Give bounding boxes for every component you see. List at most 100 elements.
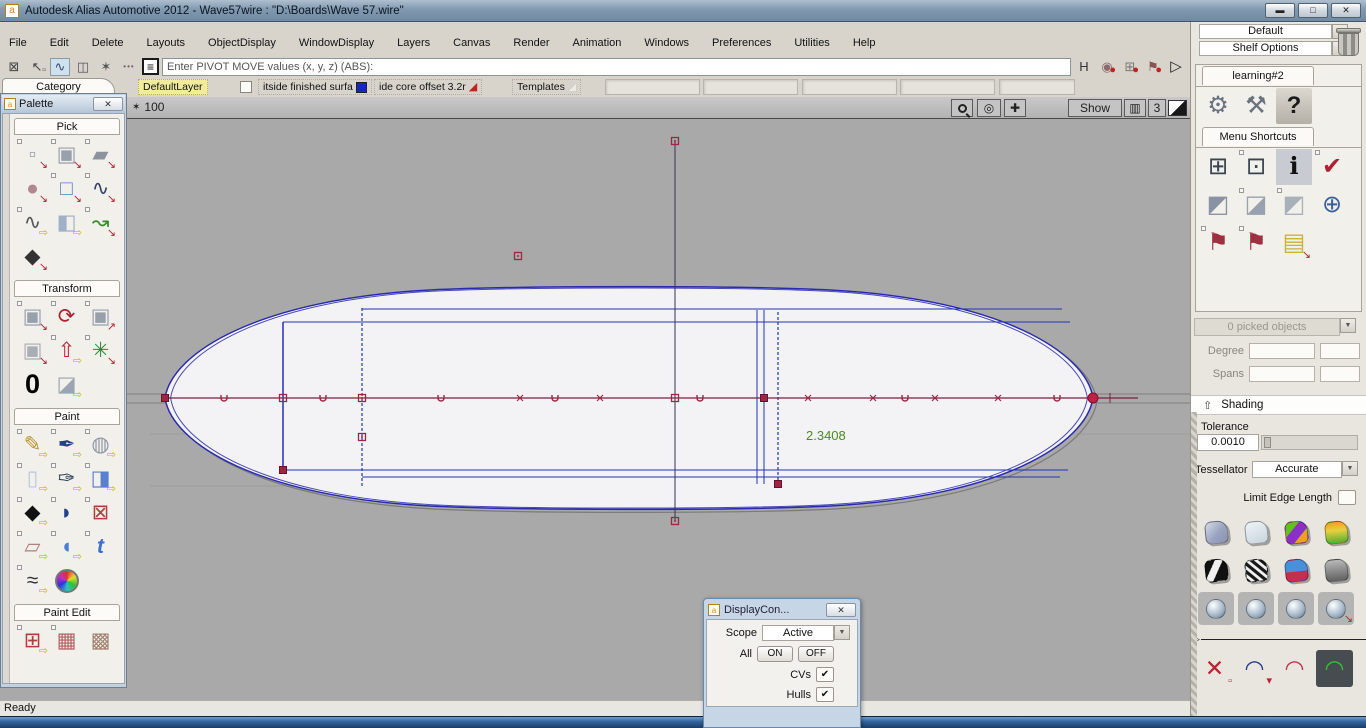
degree-field-1[interactable] [1249, 343, 1315, 359]
menu-item-edit[interactable]: Edit [50, 37, 69, 49]
pick-component-icon[interactable]: ●↘ [16, 172, 49, 205]
trash-icon[interactable] [1336, 28, 1361, 58]
shade-zebra-icon[interactable] [1238, 554, 1274, 587]
snap-point-icon[interactable]: ↖▫ [27, 58, 47, 76]
shortcut-globe-icon[interactable]: ⊕ [1314, 187, 1350, 223]
minmax-range-icon[interactable]: ◠▾ [1236, 650, 1273, 687]
all-on-button[interactable]: ON [757, 646, 793, 662]
menu-item-canvas[interactable]: Canvas [453, 37, 490, 49]
menu-item-layers[interactable]: Layers [397, 37, 430, 49]
pick-point-types-icon[interactable]: □↘ [50, 172, 83, 205]
chevron-down-icon[interactable]: ▼ [834, 625, 850, 640]
viewport-canvas[interactable]: 2.3408 [0, 119, 1190, 700]
paint-text-icon[interactable]: t [84, 530, 117, 563]
move-icon[interactable]: ▣↘ [16, 300, 49, 333]
paint-pencil-icon[interactable]: ✎⇨ [16, 428, 49, 461]
scope-select[interactable]: Active ▼ [762, 625, 834, 641]
chevron-down-icon[interactable]: ▼ [1340, 318, 1356, 333]
pick-object-types-icon[interactable]: ∿⇨ [16, 206, 49, 239]
zoom-tool-button[interactable] [951, 99, 973, 117]
learning-tools-icon[interactable]: ⚒ [1238, 88, 1274, 124]
move-normal-icon[interactable]: ⇧⇨ [50, 334, 83, 367]
shelf-set-select[interactable]: Default ▼ [1199, 24, 1332, 39]
paint-wash-icon[interactable]: ◖⇨ [50, 530, 83, 563]
shade-sphere-assign-icon[interactable]: ↘ [1318, 592, 1354, 625]
shelf-options-select[interactable]: Shelf Options ▼ [1199, 41, 1332, 56]
view-count-button[interactable]: 3 [1148, 99, 1166, 117]
palette-close-icon[interactable]: ✕ [93, 97, 123, 111]
slider-thumb[interactable] [1264, 437, 1271, 448]
spans-field-1[interactable] [1249, 366, 1315, 382]
pick-preset-icon[interactable]: ⚑● [1143, 58, 1163, 76]
panel-corner-toggle-icon[interactable] [1168, 100, 1187, 116]
shortcut-windows-icon[interactable]: ⊞ [1200, 149, 1236, 185]
paint-canvas-icon[interactable]: ▱⇨ [16, 530, 49, 563]
tolerance-slider[interactable] [1261, 435, 1358, 450]
comb-analysis-icon[interactable]: ◠ [1316, 650, 1353, 687]
ruler-button[interactable]: ▥ [1124, 99, 1146, 117]
shade-sphere1-icon[interactable] [1198, 592, 1234, 625]
paint-brush-icon[interactable]: ✑⇨ [50, 462, 83, 495]
grid-preset-icon[interactable]: ⊞● [1120, 58, 1140, 76]
shortcut-layout-icon[interactable]: ⊡ [1238, 149, 1274, 185]
shade-gray-icon[interactable] [1318, 554, 1354, 587]
limit-edge-checkbox[interactable] [1338, 490, 1356, 505]
layer-core-offset[interactable]: ide core offset 3.2r ◢ [374, 79, 482, 95]
menu-item-animation[interactable]: Animation [573, 37, 622, 49]
menu-item-objectdisplay[interactable]: ObjectDisplay [208, 37, 276, 49]
paint-airbrush-icon[interactable]: ◍⇨ [84, 428, 117, 461]
maximize-icon[interactable]: □ [1298, 3, 1328, 18]
color-wheel-icon[interactable] [50, 564, 83, 597]
paint-blob-icon[interactable]: ◗ [50, 496, 83, 529]
shortcut-shade-c-icon[interactable]: ◩ [1276, 187, 1312, 223]
spans-field-2[interactable] [1320, 366, 1360, 382]
menu-item-file[interactable]: File [9, 37, 27, 49]
snap-grid-icon[interactable]: ⊠ [4, 58, 24, 76]
shortcut-locator-icon[interactable]: ⚑ [1200, 225, 1236, 261]
close-icon[interactable]: ✕ [1331, 3, 1361, 18]
degree-field-2[interactable] [1320, 343, 1360, 359]
minimize-icon[interactable]: ▬ [1265, 3, 1295, 18]
palette-section-paint[interactable]: Paint [14, 408, 120, 425]
cvs-checkbox[interactable]: ✔ [816, 667, 834, 682]
shade-sphere2-icon[interactable] [1238, 592, 1274, 625]
paint-edit-wipe-icon[interactable]: ▩ [84, 624, 117, 657]
tab-learning2[interactable]: learning#2 [1202, 66, 1314, 85]
paint-bucket-icon[interactable]: ◨⇨ [84, 462, 117, 495]
pick-template-icon[interactable]: ▰↘ [84, 138, 117, 171]
layer-slot-empty[interactable] [900, 79, 995, 95]
curve-snap-icon[interactable]: ∿ [50, 58, 70, 76]
learning-gear-icon[interactable]: ⚙ [1200, 88, 1236, 124]
pick-ray-icon[interactable]: ✶ [96, 58, 116, 76]
curvature-comb-icon[interactable]: ◠ [1276, 650, 1313, 687]
paint-edit-dots-icon[interactable]: ▦ [50, 624, 83, 657]
paint-wedge-icon[interactable]: ◆⇨ [16, 496, 49, 529]
shade-multi-icon[interactable] [1278, 516, 1314, 549]
layer-slot-empty[interactable] [802, 79, 897, 95]
magnet-snap-icon[interactable]: ◫ [73, 58, 93, 76]
tolerance-input[interactable]: 0.0010 [1197, 434, 1259, 451]
palette-title-bar[interactable]: a Palette ✕ [2, 95, 125, 113]
dialog-close-icon[interactable]: ✕ [826, 603, 856, 617]
shade-bw-icon[interactable] [1198, 554, 1234, 587]
all-off-button[interactable]: OFF [798, 646, 834, 662]
transform-cv-icon[interactable]: ◪⇨ [50, 368, 83, 401]
zero-transform-icon[interactable]: 0 [16, 368, 49, 401]
palette-section-pick[interactable]: Pick [14, 118, 120, 135]
learning-help-icon[interactable]: ? [1276, 88, 1312, 124]
move-pivot-icon[interactable]: ▣↘ [16, 334, 49, 367]
shortcut-export-icon[interactable]: ▤↘ [1276, 225, 1312, 261]
shortcut-confirm-icon[interactable]: ✔ [1314, 149, 1350, 185]
layer-slot-empty[interactable] [605, 79, 700, 95]
menu-item-windowdisplay[interactable]: WindowDisplay [299, 37, 374, 49]
pick-nothing-icon[interactable]: ▫↘ [16, 138, 49, 171]
layer-defaultlayer[interactable]: DefaultLayer [138, 79, 208, 95]
menu-item-help[interactable]: Help [853, 37, 876, 49]
shortcut-shade-b-icon[interactable]: ◪ [1238, 187, 1274, 223]
prompt-input[interactable] [162, 58, 1071, 76]
dialog-title-bar[interactable]: a DisplayCon... ✕ [706, 601, 858, 619]
pick-curve-cv-icon[interactable]: ∿↘ [84, 172, 117, 205]
layer-slot-empty[interactable] [703, 79, 798, 95]
menu-item-utilities[interactable]: Utilities [794, 37, 829, 49]
palette-section-transform[interactable]: Transform [14, 280, 120, 297]
